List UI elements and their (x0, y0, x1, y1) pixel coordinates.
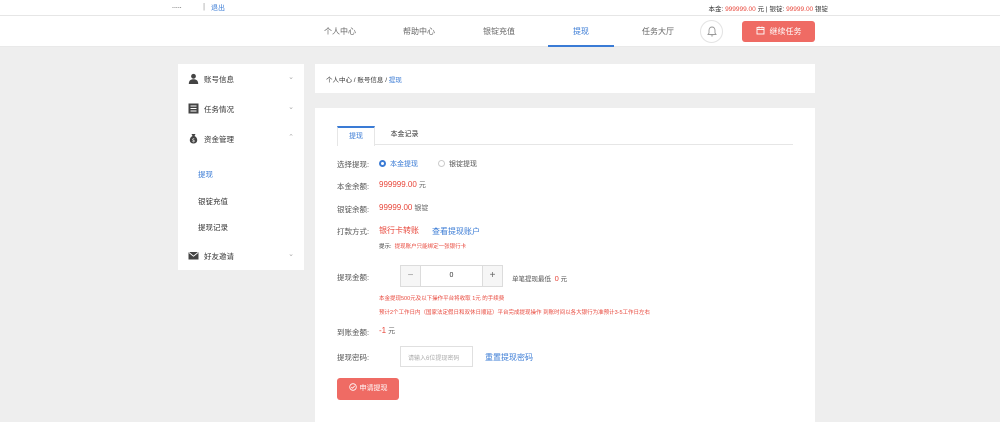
username: ..... (172, 3, 182, 10)
radio-ingot-label[interactable]: 银锭提现 (449, 159, 477, 169)
list-icon (188, 103, 199, 114)
balance-value: 999999.00 (725, 6, 756, 13)
ingot-value: 99999.00 (786, 6, 814, 13)
sidebar-subitem-withdraw[interactable]: 提现 (198, 169, 213, 180)
nav-ingot-recharge[interactable]: 银锭充值 (469, 16, 529, 47)
processing-time-note: 预计2个工作日内（国家法定假日和双休日顺延）平台完成提现操作 到账时间以各大银行… (379, 310, 651, 316)
nav-help-center[interactable]: 帮助中心 (389, 16, 449, 47)
sidebar-item-invite[interactable]: 好友邀请 ⌄ (178, 241, 304, 269)
nav-personal-center[interactable]: 个人中心 (310, 16, 370, 47)
principal-balance-value: 999999.00 (379, 180, 417, 189)
sidebar-item-account[interactable]: 账号信息 ⌄ (178, 64, 304, 92)
amount-input[interactable]: 0 (422, 266, 481, 286)
payment-tip: 提示: 提现账户只能绑定一张银行卡 (379, 242, 466, 250)
nav-task-hall[interactable]: 任务大厅 (628, 16, 688, 47)
sidebar-item-label: 好友邀请 (204, 252, 234, 261)
calendar-icon (756, 26, 764, 35)
arrive-amount-unit: 元 (388, 328, 396, 335)
payment-tip-key: 提示: (379, 244, 392, 250)
radio-principal[interactable] (379, 160, 386, 167)
min-withdraw-label: 单笔提现最低 (512, 276, 551, 283)
nav-withdraw[interactable]: 提现 (548, 16, 614, 47)
radio-principal-label[interactable]: 本金提现 (390, 159, 418, 169)
apply-withdraw-button[interactable]: 申请提现 (337, 378, 399, 400)
continue-task-button[interactable]: 继续任务 (742, 21, 815, 42)
breadcrumb-home[interactable]: 个人中心 (326, 77, 352, 84)
breadcrumb: 个人中心 / 账号信息 / 提现 (315, 64, 815, 93)
tab-withdraw[interactable]: 提现 (337, 126, 375, 146)
choose-withdraw-label: 选择提现: (337, 160, 370, 169)
notification-button[interactable] (700, 20, 723, 43)
withdraw-panel: 提现 本金记录 选择提现: 本金提现 银锭提现 本金余额: 999999.00 元… (315, 108, 815, 422)
topbar-separator: | (203, 2, 206, 11)
user-icon (188, 73, 199, 84)
principal-balance: 999999.00 元 (379, 180, 426, 190)
arrive-amount-label: 到账金额: (337, 328, 370, 337)
tab-principal-records[interactable]: 本金记录 (377, 126, 432, 145)
panel-tabs: 提现 本金记录 (337, 126, 793, 146)
balance-divider: | (765, 6, 768, 13)
min-withdraw-unit: 元 (560, 276, 568, 283)
apply-withdraw-label: 申请提现 (359, 385, 388, 392)
sidebar-subitem-ingot-recharge[interactable]: 银锭充值 (198, 196, 228, 207)
min-withdraw-note: 单笔提现最低 0 元 (512, 273, 567, 283)
sidebar-item-label: 任务情况 (204, 105, 234, 114)
arrive-amount: -1 元 (379, 326, 395, 336)
bell-icon (707, 26, 717, 37)
ingot-balance-unit: 银锭 (414, 205, 429, 212)
view-account-link[interactable]: 查看提现账户 (432, 226, 480, 237)
reset-password-link[interactable]: 重置提现密码 (485, 352, 533, 363)
payment-method-label: 打款方式: (337, 227, 370, 236)
withdraw-password-placeholder: 请输入6位提现密码 (408, 356, 460, 362)
top-bar: ..... | 退出 本金: 999999.00 元 | 银锭: 99999.0… (0, 0, 1000, 16)
payment-method-value: 银行卡转账 (379, 226, 419, 235)
sidebar-item-funds[interactable]: $ 资金管理 ⌃ (178, 124, 304, 152)
money-bag-icon: $ (189, 134, 198, 144)
radio-ingot[interactable] (438, 160, 445, 167)
amount-increment-button[interactable]: + (482, 266, 502, 286)
sidebar-item-tasks[interactable]: 任务情况 ⌄ (178, 94, 304, 122)
balance-label: 本金: (708, 6, 724, 13)
ingot-balance: 99999.00 银锭 (379, 203, 428, 213)
sidebar-item-label: 账号信息 (204, 75, 234, 84)
ingot-balance-value: 99999.00 (379, 203, 413, 212)
sidebar-subitem-withdraw-records[interactable]: 提现记录 (198, 222, 228, 233)
breadcrumb-account[interactable]: 账号信息 (357, 77, 383, 84)
principal-balance-label: 本金余额: (337, 182, 370, 191)
payment-tip-text: 提现账户只能绑定一张银行卡 (394, 244, 467, 250)
withdraw-password-label: 提现密码: (337, 353, 370, 362)
chevron-down-icon: ⌄ (288, 104, 294, 111)
logout-link[interactable]: 退出 (211, 3, 225, 13)
fee-note: 本金提现500元及以下操作平台将收取 1元 的手续费 (379, 296, 505, 302)
principal-balance-unit: 元 (418, 182, 426, 189)
envelope-icon (188, 252, 199, 260)
main-nav: 个人中心 帮助中心 银锭充值 提现 任务大厅 继续任务 (0, 16, 1000, 47)
continue-task-label: 继续任务 (769, 27, 802, 36)
svg-text:$: $ (192, 138, 195, 144)
ingot-label: 银锭: (769, 6, 785, 13)
sidebar: 账号信息 ⌄ 任务情况 ⌄ $ 资金管理 ⌃ 提现 银锭充值 提现记录 好友邀请… (178, 64, 304, 270)
chevron-down-icon: ⌄ (288, 74, 294, 81)
withdraw-password-input[interactable]: 请输入6位提现密码 (400, 346, 473, 367)
ingot-balance-label: 银锭余额: (337, 205, 370, 214)
ingot-unit: 银锭 (815, 6, 828, 13)
arrive-amount-value: -1 (379, 326, 387, 335)
breadcrumb-current: 提现 (388, 77, 402, 84)
min-withdraw-value: 0 (554, 274, 559, 283)
balance-summary: 本金: 999999.00 元 | 银锭: 99999.00 银锭 (708, 3, 828, 13)
chevron-down-icon: ⌄ (288, 251, 294, 258)
amount-decrement-button[interactable]: − (401, 266, 421, 286)
amount-stepper: − 0 + (400, 265, 503, 287)
balance-unit: 元 (757, 6, 765, 13)
chevron-up-icon: ⌃ (288, 134, 294, 141)
check-circle-icon (348, 383, 357, 391)
sidebar-item-label: 资金管理 (204, 135, 234, 144)
amount-label: 提现金额: (337, 273, 370, 282)
